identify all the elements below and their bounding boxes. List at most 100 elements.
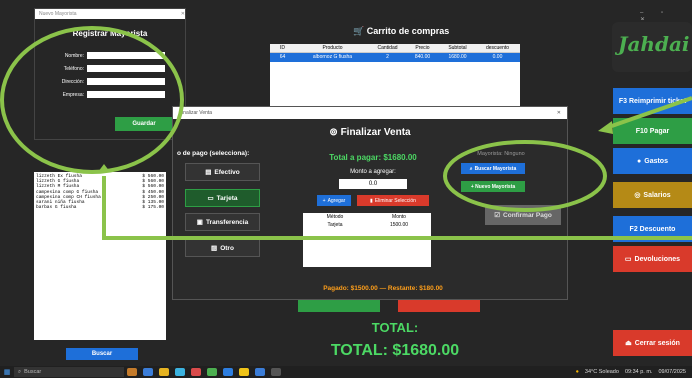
cerrar-label: Cerrar sesión — [634, 339, 680, 347]
salarios-label: Salarios — [643, 191, 671, 199]
col-descuento: descuento — [485, 45, 510, 51]
total-value: TOTAL: $1680.00 — [330, 342, 460, 359]
item-name: barbas G fiusha — [36, 205, 77, 211]
guardar-button[interactable]: Guardar — [115, 117, 173, 131]
list-item[interactable]: barbas G fiusha $ 175.00 — [36, 205, 164, 210]
table-row[interactable]: Tarjeta 1500.00 — [303, 221, 431, 229]
mayorista-status: Mayorista: Ninguno — [477, 151, 525, 157]
telefono-label: Teléfono: — [63, 65, 84, 72]
cart-table[interactable]: ID Producto Cantidad Precio Subtotal des… — [270, 44, 520, 114]
transferencia-label: Transferencia — [205, 218, 249, 226]
clock-time: 09:34 p. m. — [624, 369, 653, 375]
taskbar-search-label: Buscar — [24, 369, 42, 375]
efectivo-label: Efectivo — [214, 168, 240, 176]
app-icon[interactable] — [255, 368, 265, 376]
confirmar-label: Confirmar Pago — [503, 211, 552, 219]
check-icon: ☑ — [494, 212, 501, 219]
telefono-field[interactable] — [87, 65, 165, 72]
finalizar-venta-dialog: Finalizar Venta ✕ ⊚ Finalizar Venta o de … — [172, 106, 568, 300]
col-cantidad: Cantidad — [377, 45, 398, 51]
app-icon[interactable] — [127, 368, 137, 376]
pagar-button[interactable]: F10 Pagar — [613, 118, 692, 144]
buscar-mayorista-label: Buscar Mayorista — [474, 165, 517, 172]
app-icon[interactable] — [239, 368, 249, 376]
dialog-window-title: Finalizar Venta — [179, 110, 213, 116]
registrar-titlebar[interactable]: Nuevo Mayorista ✕ — [35, 9, 185, 19]
nombre-field[interactable] — [87, 52, 165, 59]
eliminar-seleccion-button[interactable]: ▮ Eliminar Selección — [357, 195, 429, 206]
direccion-label: Dirección: — [61, 78, 84, 85]
col-subtotal: Subtotal — [448, 45, 467, 51]
windows-start-icon[interactable]: ▦ — [0, 368, 14, 376]
cell-metodo: Tarjeta — [327, 222, 343, 228]
pagos-header: Método Monto — [303, 213, 431, 221]
cerrar-sesion-button[interactable]: ⏏ Cerrar sesión — [613, 330, 692, 356]
dialog-titlebar[interactable]: Finalizar Venta ✕ — [173, 107, 567, 119]
efectivo-button[interactable]: ▤ Efectivo — [185, 163, 260, 181]
app-icon[interactable] — [271, 368, 281, 376]
pagado-restante: Pagado: $1500.00 — Restante: $180.00 — [323, 285, 443, 292]
devoluciones-button[interactable]: ▭ Devoluciones — [613, 246, 692, 272]
gastos-icon: ● — [637, 157, 642, 165]
empresa-field[interactable] — [87, 91, 165, 98]
tarjeta-button[interactable]: ▭ Tarjeta — [185, 189, 260, 207]
buscar-mayorista-button[interactable]: ⌕ Buscar Mayorista — [461, 163, 525, 174]
empresa-label: Empresa: — [62, 91, 84, 98]
other-icon: ▨ — [211, 245, 218, 252]
cell-monto: 1500.00 — [389, 222, 409, 228]
eliminar-label: Eliminar Selección — [374, 197, 416, 204]
dialog-title: ⊚ Finalizar Venta — [173, 127, 567, 138]
registrar-window-title: Nuevo Mayorista — [39, 11, 77, 17]
app-icon[interactable] — [207, 368, 217, 376]
clock-date: 09/07/2025 — [658, 369, 686, 375]
close-icon[interactable]: ✕ — [181, 9, 185, 19]
total-label: TOTAL: — [371, 320, 419, 335]
table-row[interactable]: 64 albornoz G fiusha 2 840.00 1680.00 0.… — [270, 53, 520, 62]
logo-text: Jahdai — [618, 32, 690, 56]
nombre-label: Nombre: — [64, 52, 84, 59]
col-monto: Monto — [392, 214, 406, 220]
cell-producto: albornoz G fiusha — [312, 54, 353, 60]
descuento-button[interactable]: F2 Descuento — [613, 216, 692, 242]
reimprimir-label: F3 Reimprimir ticket — [618, 97, 687, 105]
cell-precio: 840.00 — [414, 54, 431, 60]
monto-field[interactable]: 0.0 — [339, 179, 407, 189]
plus-icon: + — [322, 197, 326, 204]
cash-icon: ▤ — [205, 169, 212, 176]
direccion-field[interactable] — [87, 78, 165, 85]
product-list[interactable]: lizzeth Ex fiusha $ 560.00 lizzeth G fius… — [34, 172, 166, 340]
app-icon[interactable] — [143, 368, 153, 376]
col-precio: Precio — [415, 45, 430, 51]
otro-label: Otro — [220, 244, 234, 252]
empresa-row: Empresa: — [35, 91, 187, 98]
salarios-button[interactable]: ◎ Salarios — [613, 182, 692, 208]
weather-text: 34°C Soleado — [584, 369, 619, 375]
taskbar-search[interactable]: ⌕ Buscar — [14, 367, 124, 377]
money-icon: ⊚ — [329, 127, 338, 138]
gastos-button[interactable]: ● Gastos — [613, 148, 692, 174]
gastos-label: Gastos — [644, 157, 668, 165]
cell-subtotal: 1680.00 — [448, 54, 467, 60]
reimprimir-ticket-button[interactable]: F3 Reimprimir ticket — [613, 88, 692, 114]
logo: Jahdai — [612, 22, 692, 72]
pagos-table[interactable]: Método Monto Tarjeta 1500.00 — [303, 213, 431, 267]
confirmar-pago-button[interactable]: ☑ Confirmar Pago — [485, 205, 561, 225]
col-id: ID — [280, 45, 285, 51]
app-icon[interactable] — [223, 368, 233, 376]
transferencia-button[interactable]: ▣ Transferencia — [185, 213, 260, 231]
agregar-button[interactable]: + Agregar — [317, 195, 351, 206]
buscar-button[interactable]: Buscar — [66, 348, 138, 360]
registrar-title: Registrar Mayorista — [72, 29, 148, 38]
col-producto: Producto — [322, 45, 343, 51]
search-icon: ⌕ — [18, 368, 22, 375]
nuevo-mayorista-button[interactable]: + Nuevo Mayorista — [461, 181, 525, 192]
cart-title-text: Carrito de compras — [366, 26, 450, 36]
cell-descuento: 0.00 — [492, 54, 503, 60]
otro-button[interactable]: ▨ Otro — [185, 239, 260, 257]
app-icon[interactable] — [159, 368, 169, 376]
app-icon[interactable] — [175, 368, 185, 376]
app-icon[interactable] — [191, 368, 201, 376]
close-icon[interactable]: ✕ — [557, 107, 561, 119]
trash-icon: ▮ — [370, 197, 373, 204]
registrar-mayorista-window: Nuevo Mayorista ✕ Registrar Mayorista Nom… — [34, 8, 186, 140]
